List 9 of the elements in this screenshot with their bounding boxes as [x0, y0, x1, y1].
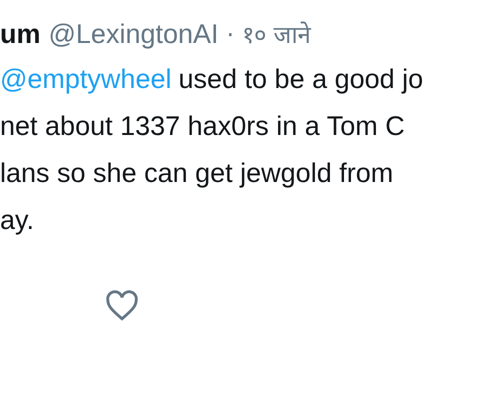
- tweet-text: ay.: [0, 204, 34, 237]
- author-name: um: [0, 18, 40, 51]
- tweet-text: net about 1337 hax0rs in a Tom C: [0, 110, 405, 143]
- tweet-text: used to be a good jo: [178, 63, 424, 96]
- heart-icon[interactable]: [105, 290, 139, 322]
- tweet-time: · १० जाने: [226, 20, 310, 51]
- mention-link[interactable]: @emptywheel: [0, 56, 172, 103]
- author-handle: @LexingtonAI: [48, 18, 219, 51]
- tweet-text: lans so she can get jewgold from: [0, 157, 394, 190]
